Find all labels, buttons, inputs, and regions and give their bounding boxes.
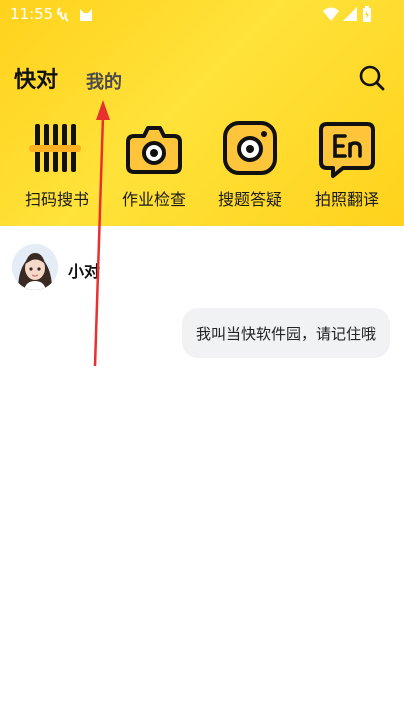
avatar-girl-icon bbox=[12, 244, 58, 290]
cat-icon bbox=[80, 9, 92, 21]
bot-name: 小对 bbox=[68, 262, 101, 281]
tool-label: 扫码搜书 bbox=[24, 190, 89, 209]
tool-scan-book[interactable]: 扫码搜书 bbox=[17, 118, 97, 218]
tab-kuaidui[interactable]: 快对 bbox=[14, 62, 58, 94]
message-bubble: 我叫当快软件园，请记住哦 bbox=[181, 308, 390, 358]
signal-icon bbox=[343, 7, 357, 21]
wifi-icon bbox=[323, 7, 339, 21]
tool-photo-translate[interactable]: 拍照翻译 bbox=[307, 118, 387, 218]
weather-icon bbox=[57, 7, 69, 22]
barcode-icon bbox=[29, 124, 81, 172]
tool-grid: 扫码搜书 作业检查 搜题答疑 拍照翻译 bbox=[0, 118, 404, 218]
tool-question-search[interactable]: 搜题答疑 bbox=[210, 118, 290, 218]
tab-mine[interactable]: 我的 bbox=[86, 68, 122, 94]
camera-icon bbox=[126, 126, 182, 174]
tool-label: 拍照翻译 bbox=[314, 190, 379, 209]
battery-icon bbox=[363, 6, 371, 22]
search-icon[interactable] bbox=[358, 64, 386, 92]
avatar[interactable] bbox=[12, 244, 58, 290]
top-tabs: 快对 我的 bbox=[0, 60, 404, 96]
tool-label: 作业检查 bbox=[121, 190, 186, 209]
translate-en-icon bbox=[319, 122, 375, 178]
status-time: 11:55 bbox=[10, 5, 54, 23]
tool-homework-check[interactable]: 作业检查 bbox=[114, 118, 194, 218]
message-text: 我叫当快软件园，请记住哦 bbox=[195, 324, 376, 343]
tool-label: 搜题答疑 bbox=[217, 190, 282, 209]
instagram-camera-icon bbox=[223, 121, 277, 175]
status-bar: 11:55 bbox=[0, 0, 404, 28]
